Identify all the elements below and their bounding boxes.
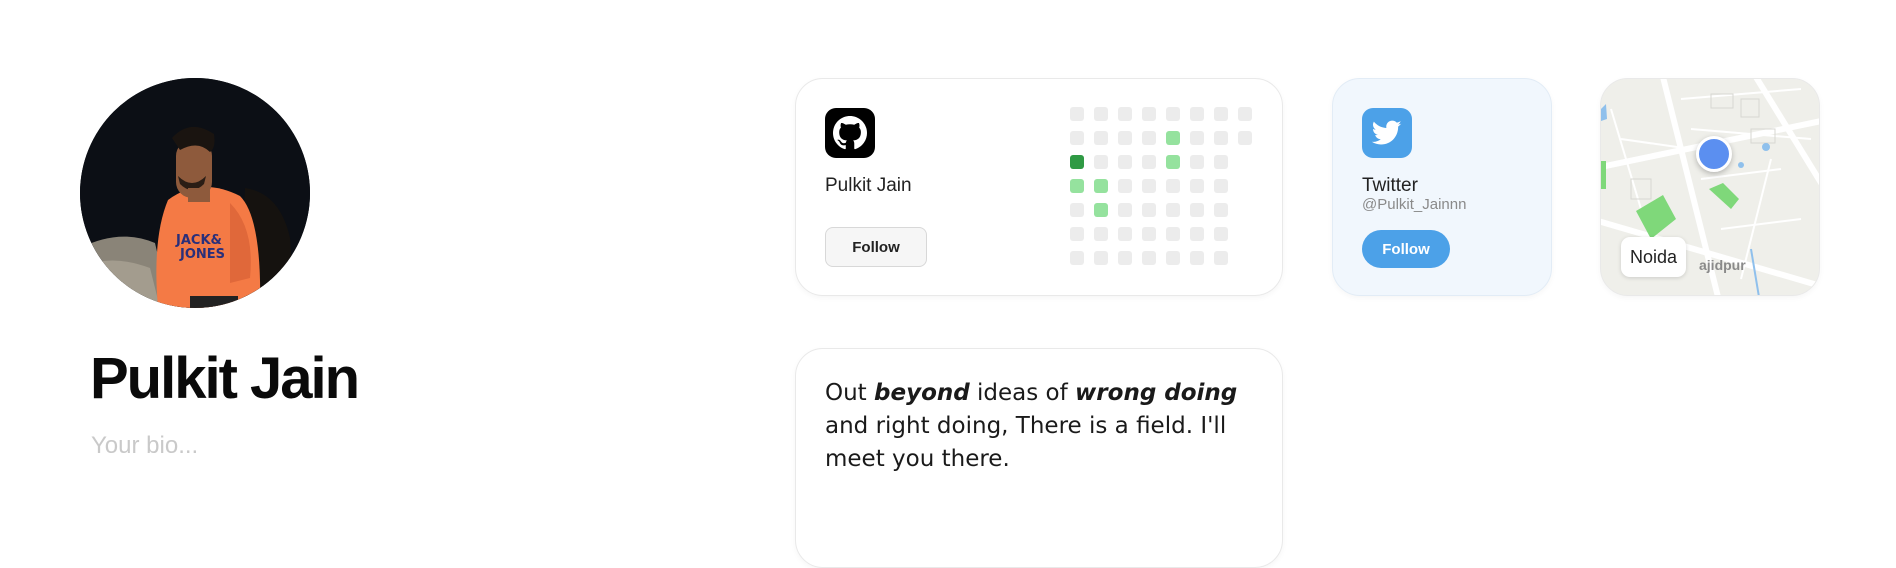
quote-emphasis: beyond	[874, 380, 970, 406]
contribution-cell	[1142, 107, 1156, 121]
contribution-cell	[1142, 179, 1156, 193]
contribution-cell	[1094, 251, 1108, 265]
github-follow-button[interactable]: Follow	[825, 227, 927, 267]
contribution-cell	[1214, 131, 1228, 145]
contribution-cell	[1190, 203, 1204, 217]
contribution-cell	[1214, 179, 1228, 193]
avatar-photo: JACK& JONES	[80, 78, 310, 308]
contribution-cell	[1166, 179, 1180, 193]
contribution-cell	[1094, 155, 1108, 169]
contribution-cell	[1214, 155, 1228, 169]
contribution-cell	[1190, 155, 1204, 169]
avatar[interactable]: JACK& JONES	[80, 78, 310, 308]
contribution-cell	[1118, 155, 1132, 169]
twitter-follow-button[interactable]: Follow	[1362, 230, 1450, 268]
twitter-card[interactable]: Twitter @Pulkit_Jainnn Follow	[1332, 78, 1552, 296]
contribution-cell	[1118, 251, 1132, 265]
contribution-cell	[1118, 227, 1132, 241]
github-icon	[825, 108, 875, 158]
contribution-cell	[1166, 155, 1180, 169]
profile-name[interactable]: Pulkit Jain	[90, 345, 360, 412]
quote-text: Out beyond ideas of wrong doing and righ…	[825, 377, 1245, 476]
contribution-cell	[1142, 227, 1156, 241]
twitter-title: Twitter	[1362, 175, 1418, 196]
quote-segment: and right doing, There is a field. I'll …	[825, 413, 1227, 472]
contribution-cell	[1094, 131, 1108, 145]
contribution-cell	[1070, 251, 1084, 265]
contribution-cell	[1166, 107, 1180, 121]
quote-emphasis: wrong doing	[1075, 380, 1238, 406]
contribution-cell	[1118, 131, 1132, 145]
contribution-cell	[1190, 227, 1204, 241]
shirt-text-line1: JACK&	[175, 233, 222, 248]
contribution-cell	[1070, 227, 1084, 241]
contribution-cell	[1070, 155, 1084, 169]
location-pin-icon	[1696, 136, 1732, 172]
contribution-cell	[1166, 251, 1180, 265]
bio-input[interactable]: Your bio...	[91, 432, 198, 460]
contribution-cell	[1118, 107, 1132, 121]
map-place-label: ajidpur	[1699, 257, 1746, 273]
contribution-cell	[1094, 179, 1108, 193]
twitter-handle: @Pulkit_Jainnn	[1362, 196, 1467, 213]
contribution-cell	[1190, 107, 1204, 121]
contribution-cell	[1094, 203, 1108, 217]
contribution-cell	[1166, 131, 1180, 145]
contribution-cell	[1214, 227, 1228, 241]
contribution-cell	[1142, 251, 1156, 265]
contribution-cell	[1070, 131, 1084, 145]
shirt-text-line2: JONES	[179, 247, 225, 262]
twitter-bird-icon	[1362, 108, 1412, 158]
contribution-cell	[1142, 203, 1156, 217]
contribution-cell	[1214, 251, 1228, 265]
contribution-cell	[1214, 203, 1228, 217]
contribution-cell	[1190, 251, 1204, 265]
quote-segment: ideas of	[969, 380, 1076, 406]
map-location-label: Noida	[1621, 237, 1687, 277]
contribution-cell	[1190, 179, 1204, 193]
github-card[interactable]: Pulkit Jain Follow	[795, 78, 1283, 296]
contribution-cell	[1070, 203, 1084, 217]
quote-segment: Out	[825, 380, 875, 406]
contribution-cell	[1118, 203, 1132, 217]
contribution-cell	[1142, 131, 1156, 145]
contribution-cell	[1094, 107, 1108, 121]
contribution-cell	[1070, 179, 1084, 193]
contribution-cell	[1214, 107, 1228, 121]
github-username: Pulkit Jain	[825, 175, 912, 196]
contribution-cell	[1190, 131, 1204, 145]
contribution-cell	[1238, 107, 1252, 121]
contribution-cell	[1118, 179, 1132, 193]
contribution-cell	[1070, 107, 1084, 121]
contribution-cell	[1238, 131, 1252, 145]
contribution-cell	[1094, 227, 1108, 241]
quote-card[interactable]: Out beyond ideas of wrong doing and righ…	[795, 348, 1283, 568]
contribution-grid	[1070, 107, 1260, 271]
map-card[interactable]: ajidpur Noida	[1600, 78, 1820, 296]
contribution-cell	[1166, 227, 1180, 241]
contribution-cell	[1142, 155, 1156, 169]
contribution-cell	[1166, 203, 1180, 217]
